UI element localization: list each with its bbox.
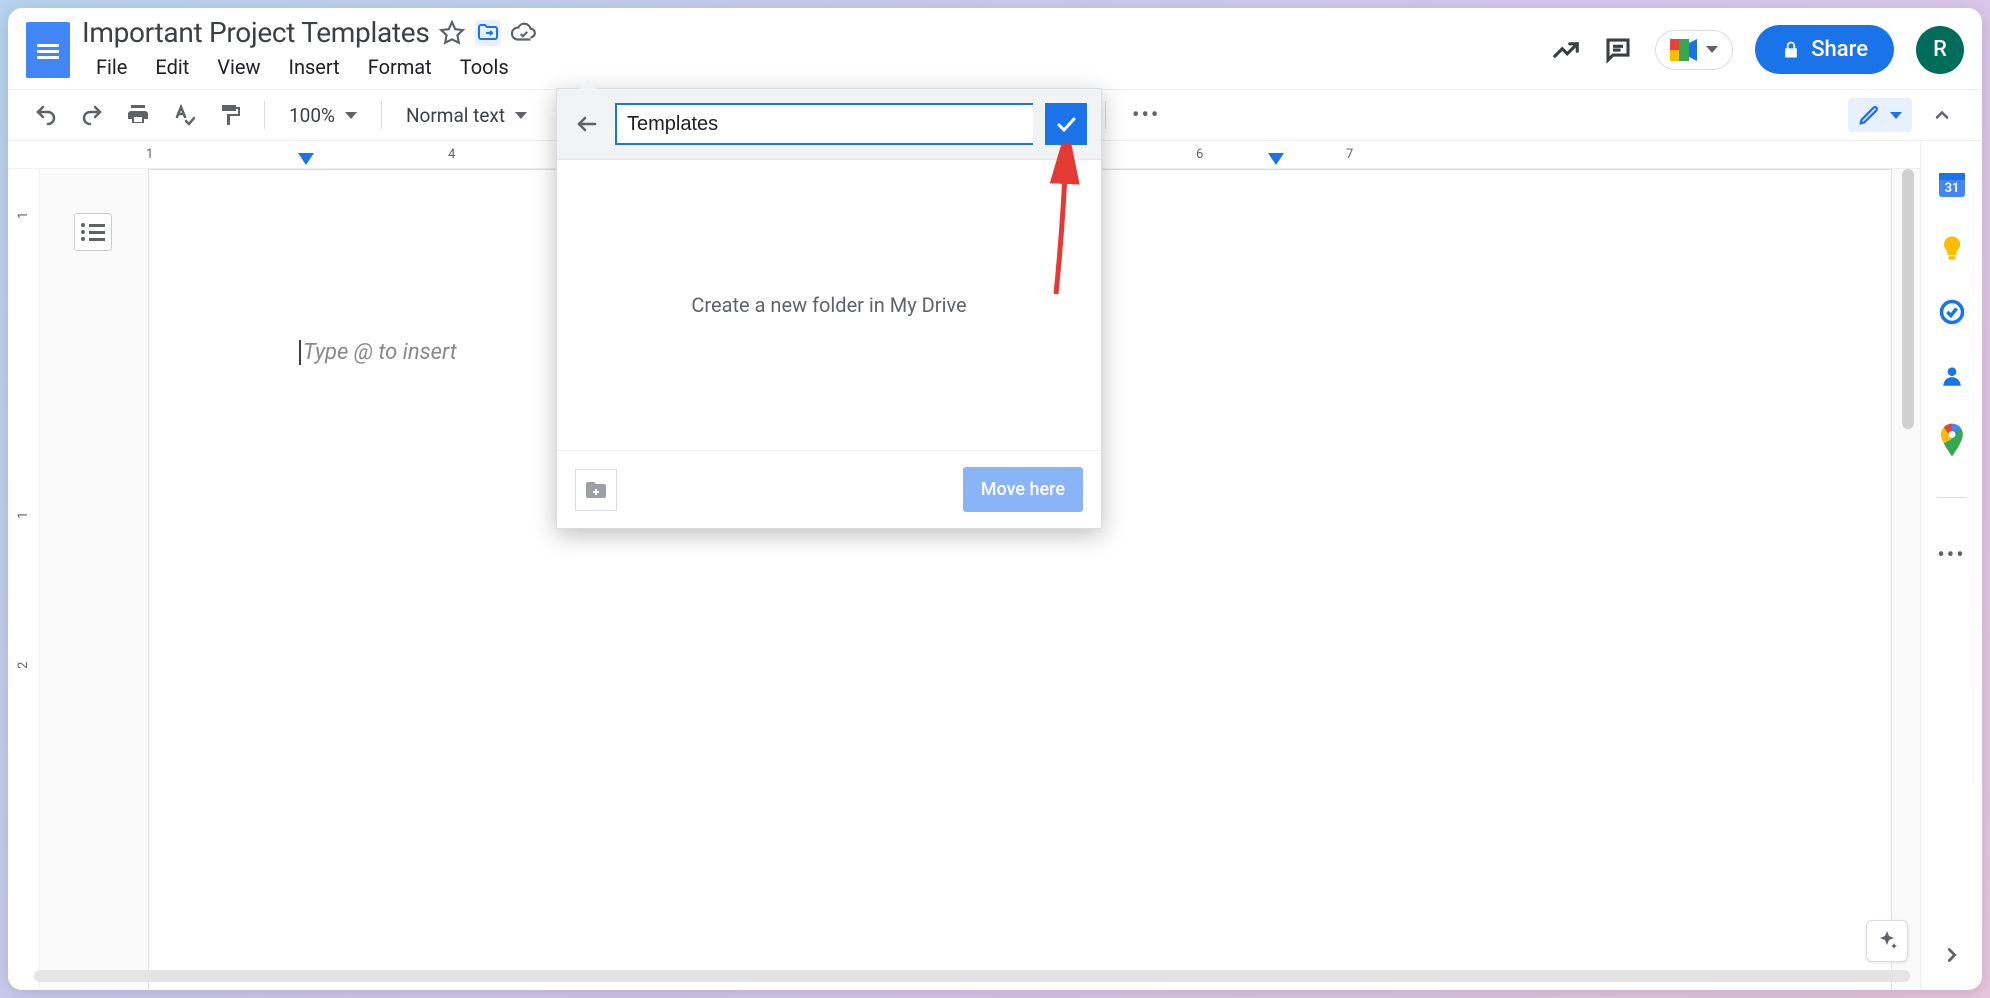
title-row: Important Project Templates <box>82 16 537 49</box>
share-button[interactable]: Share <box>1755 25 1894 74</box>
get-addons-button[interactable]: ••• <box>1937 540 1967 570</box>
new-folder-icon <box>584 478 608 502</box>
svg-text:31: 31 <box>1944 181 1959 196</box>
comments-icon[interactable] <box>1603 35 1633 65</box>
redo-button[interactable] <box>74 99 110 131</box>
hide-side-panel-button[interactable] <box>1937 940 1967 970</box>
docs-logo-icon[interactable] <box>26 22 70 78</box>
caret-down-icon <box>515 112 527 119</box>
document-title[interactable]: Important Project Templates <box>82 16 429 49</box>
toolbar-separator <box>1105 101 1106 129</box>
star-icon[interactable] <box>439 20 465 46</box>
menu-edit[interactable]: Edit <box>143 51 201 83</box>
move-icon[interactable] <box>475 20 501 46</box>
toolbar-more-button[interactable]: ••• <box>1122 103 1170 128</box>
ruler-tick: 1 <box>16 212 31 219</box>
ruler-tick: 6 <box>1196 147 1203 162</box>
caret-down-icon <box>345 112 357 119</box>
ruler-tick: 4 <box>448 147 455 162</box>
pencil-icon <box>1858 104 1880 126</box>
maps-icon[interactable] <box>1937 425 1967 455</box>
keep-icon[interactable] <box>1937 233 1967 263</box>
ruler-tick: 2 <box>16 662 31 669</box>
menubar: File Edit View Insert Format Tools <box>82 51 537 83</box>
ruler-tick: 1 <box>146 147 153 162</box>
editing-mode-button[interactable] <box>1848 98 1912 132</box>
paint-format-button[interactable] <box>212 99 248 131</box>
move-popover-footer: Move here <box>557 450 1101 528</box>
undo-button[interactable] <box>28 99 64 131</box>
print-button[interactable] <box>120 99 156 131</box>
collapse-toolbar-button[interactable] <box>1922 101 1962 129</box>
move-popover-header <box>557 89 1101 160</box>
move-popover-body: Create a new folder in My Drive <box>557 160 1101 450</box>
ruler-indent-marker-icon[interactable] <box>298 153 314 165</box>
meet-icon <box>1670 39 1698 61</box>
vertical-ruler[interactable]: 1 1 2 <box>8 169 40 990</box>
menu-insert[interactable]: Insert <box>277 51 352 83</box>
new-folder-button[interactable] <box>575 469 617 511</box>
caret-down-icon <box>1890 112 1902 119</box>
avatar-initial: R <box>1933 37 1947 62</box>
explore-button[interactable] <box>1866 920 1908 962</box>
menu-file[interactable]: File <box>84 51 139 83</box>
menu-view[interactable]: View <box>205 51 272 83</box>
vertical-scrollbar[interactable] <box>1902 169 1914 429</box>
account-avatar[interactable]: R <box>1916 26 1964 74</box>
side-panel-separator <box>1937 497 1967 498</box>
horizontal-scrollbar[interactable] <box>34 970 1910 982</box>
lock-icon <box>1781 40 1801 60</box>
calendar-icon[interactable]: 31 <box>1937 169 1967 199</box>
toolbar-separator <box>264 101 265 129</box>
zoom-value: 100% <box>289 104 335 127</box>
side-panel: 31 ••• <box>1920 141 1982 990</box>
create-folder-hint: Create a new folder in My Drive <box>691 293 966 317</box>
toolbar-separator <box>381 101 382 129</box>
contacts-icon[interactable] <box>1937 361 1967 391</box>
spellcheck-button[interactable] <box>166 99 202 131</box>
cloud-status-icon[interactable] <box>511 20 537 46</box>
move-here-button[interactable]: Move here <box>963 467 1083 512</box>
paragraph-style-select[interactable]: Normal text <box>398 100 535 131</box>
caret-down-icon <box>1706 46 1718 53</box>
paragraph-style-value: Normal text <box>406 104 505 127</box>
back-button[interactable] <box>571 108 603 140</box>
tasks-icon[interactable] <box>1937 297 1967 327</box>
confirm-folder-button[interactable] <box>1045 103 1087 145</box>
ruler-tick: 1 <box>16 512 31 519</box>
activity-icon[interactable] <box>1551 35 1581 65</box>
header-right-actions: Share R <box>1551 25 1964 74</box>
move-here-label: Move here <box>981 479 1065 500</box>
move-popover: Create a new folder in My Drive Move her… <box>556 88 1102 529</box>
ruler-tick: 7 <box>1346 147 1353 162</box>
app-window: Important Project Templates File Edit Vi… <box>8 8 1982 990</box>
check-icon <box>1054 112 1078 136</box>
meet-button[interactable] <box>1655 30 1733 70</box>
insert-placeholder: Type @ to insert <box>299 340 457 365</box>
share-label: Share <box>1811 37 1868 62</box>
menu-tools[interactable]: Tools <box>448 51 521 83</box>
menu-format[interactable]: Format <box>356 51 444 83</box>
title-column: Important Project Templates File Edit Vi… <box>82 16 537 83</box>
zoom-select[interactable]: 100% <box>281 100 365 131</box>
titlebar: Important Project Templates File Edit Vi… <box>8 8 1982 83</box>
ruler-right-margin-marker-icon[interactable] <box>1268 153 1284 165</box>
folder-name-input[interactable] <box>615 103 1033 145</box>
show-outline-button[interactable] <box>74 213 112 251</box>
